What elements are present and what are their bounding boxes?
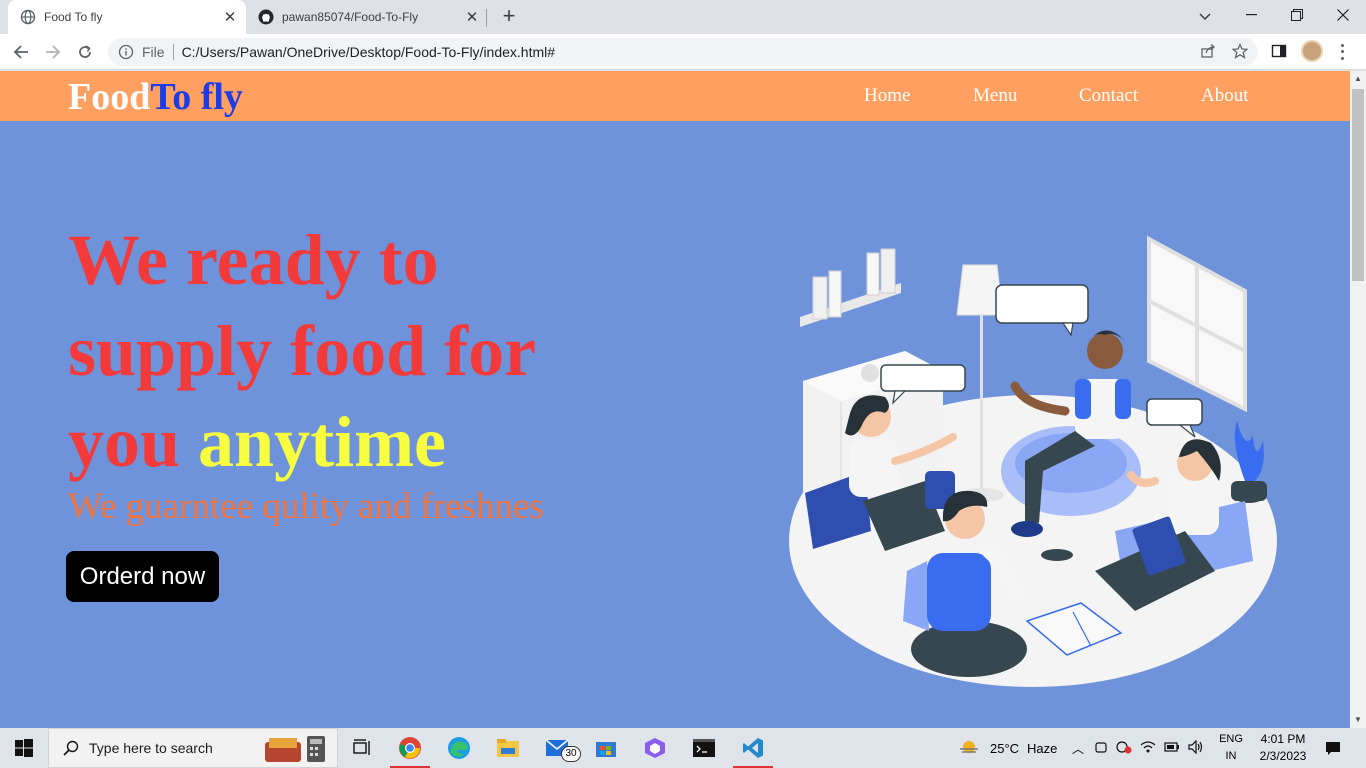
search-icon bbox=[63, 740, 79, 756]
show-hidden-icons-chevron-icon[interactable]: ︿ bbox=[1072, 740, 1084, 757]
task-view-icon[interactable] bbox=[338, 728, 386, 768]
office-copilot-icon[interactable] bbox=[631, 728, 679, 768]
tab-food-to-fly[interactable]: Food To fly ✕ bbox=[8, 0, 246, 34]
order-now-button[interactable]: Orderd now bbox=[66, 551, 219, 602]
hero-subtitle: We guarntee qulity and freshnes bbox=[68, 486, 544, 527]
info-icon[interactable] bbox=[118, 44, 134, 60]
share-icon[interactable] bbox=[1197, 40, 1219, 62]
logo-food: Food bbox=[68, 76, 151, 118]
nav-about[interactable]: About bbox=[1201, 85, 1249, 107]
site-header: FoodTo fly Home Menu Contact About bbox=[0, 71, 1350, 121]
minimize-window-icon[interactable] bbox=[1228, 0, 1274, 30]
profile-avatar[interactable] bbox=[1301, 40, 1323, 62]
tab-separator bbox=[486, 9, 487, 27]
hero-highlight-anytime: anytime bbox=[198, 402, 447, 482]
volume-icon[interactable] bbox=[1188, 739, 1204, 757]
tray-icons: ︿ bbox=[1072, 728, 1204, 768]
scroll-down-arrow-icon[interactable]: ▼ bbox=[1354, 716, 1362, 724]
calculator-wallet-icon bbox=[263, 734, 327, 768]
close-window-icon[interactable] bbox=[1320, 0, 1366, 30]
scrollbar-thumb[interactable] bbox=[1352, 89, 1364, 281]
logo-to-fly: To fly bbox=[150, 76, 243, 118]
close-tab-icon[interactable]: ✕ bbox=[462, 7, 482, 27]
scroll-up-arrow-icon[interactable]: ▲ bbox=[1354, 75, 1362, 83]
browser-tab-strip: Food To fly ✕ pawan85074/Food-To-Fly ✕ + bbox=[0, 0, 1366, 34]
store-icon[interactable] bbox=[582, 728, 630, 768]
lang-code: ENG bbox=[1219, 733, 1243, 745]
file-explorer-icon[interactable] bbox=[484, 728, 532, 768]
tab-title: pawan85074/Food-To-Fly bbox=[282, 10, 419, 24]
bookmark-star-icon[interactable] bbox=[1229, 40, 1251, 62]
hero-line-1: We ready to bbox=[68, 220, 439, 300]
terminal-icon[interactable] bbox=[680, 728, 728, 768]
system-clock[interactable]: 4:01 PM 2/3/2023 bbox=[1250, 731, 1316, 765]
nav-menu[interactable]: Menu bbox=[973, 85, 1017, 107]
meet-now-icon[interactable] bbox=[1094, 740, 1108, 757]
back-arrow-icon[interactable] bbox=[8, 39, 34, 65]
nav-home[interactable]: Home bbox=[864, 85, 910, 107]
page-scrollbar[interactable]: ▲ ▼ bbox=[1350, 71, 1366, 728]
github-icon bbox=[258, 9, 274, 25]
side-panel-icon[interactable] bbox=[1268, 40, 1290, 62]
globe-icon bbox=[20, 9, 36, 25]
browser-menu-icon[interactable] bbox=[1334, 42, 1350, 62]
tab-github-repo[interactable]: pawan85074/Food-To-Fly ✕ bbox=[248, 0, 488, 34]
omnibox-divider bbox=[172, 44, 174, 60]
lang-region: IN bbox=[1225, 750, 1237, 762]
weather-condition: Haze bbox=[1027, 740, 1058, 756]
address-bar[interactable]: File C:/Users/Pawan/OneDrive/Desktop/Foo… bbox=[108, 38, 1258, 66]
mail-unread-badge: 30 bbox=[561, 746, 581, 762]
reload-icon[interactable] bbox=[72, 39, 98, 65]
search-placeholder: Type here to search bbox=[89, 740, 213, 756]
close-tab-icon[interactable]: ✕ bbox=[220, 7, 240, 27]
page-viewport: FoodTo fly Home Menu Contact About We re… bbox=[0, 71, 1350, 728]
haze-sun-icon bbox=[960, 741, 978, 753]
chrome-taskbar-icon[interactable] bbox=[386, 728, 434, 768]
weather-widget[interactable]: 25°C Haze bbox=[958, 728, 1057, 768]
nav-contact[interactable]: Contact bbox=[1079, 85, 1138, 107]
wifi-icon[interactable] bbox=[1140, 740, 1156, 757]
browser-toolbar: File C:/Users/Pawan/OneDrive/Desktop/Foo… bbox=[0, 34, 1366, 70]
protocol-label: File bbox=[142, 44, 165, 60]
url-text[interactable]: C:/Users/Pawan/OneDrive/Desktop/Food-To-… bbox=[182, 44, 555, 60]
windows-taskbar: Type here to search 30 25°C Haze ︿ ENG I… bbox=[0, 728, 1366, 768]
weather-temp: 25°C bbox=[990, 740, 1020, 756]
battery-icon[interactable] bbox=[1164, 741, 1180, 756]
taskbar-search-input[interactable]: Type here to search bbox=[48, 728, 338, 768]
forward-arrow-icon[interactable] bbox=[40, 39, 66, 65]
tab-search-chevron-icon[interactable] bbox=[1194, 6, 1216, 28]
clock-time: 4:01 PM bbox=[1260, 732, 1306, 746]
input-language[interactable]: ENG IN bbox=[1216, 731, 1246, 765]
new-tab-button[interactable]: + bbox=[498, 5, 520, 28]
clock-date: 2/3/2023 bbox=[1259, 749, 1307, 763]
restore-window-icon[interactable] bbox=[1274, 0, 1320, 30]
vscode-icon[interactable] bbox=[729, 728, 777, 768]
hero-line-3a: you bbox=[68, 402, 181, 482]
edge-taskbar-icon[interactable] bbox=[435, 728, 483, 768]
people-chatting-illustration bbox=[789, 235, 1277, 687]
hero-headline: We ready to supply food for you anytime bbox=[68, 215, 668, 488]
site-logo[interactable]: FoodTo fly bbox=[68, 75, 243, 119]
hero-line-2: supply food for bbox=[68, 311, 537, 391]
security-alert-icon[interactable] bbox=[1116, 740, 1132, 757]
notifications-icon[interactable] bbox=[1322, 728, 1344, 768]
tab-title: Food To fly bbox=[44, 10, 103, 24]
windows-start-icon[interactable] bbox=[0, 728, 48, 768]
